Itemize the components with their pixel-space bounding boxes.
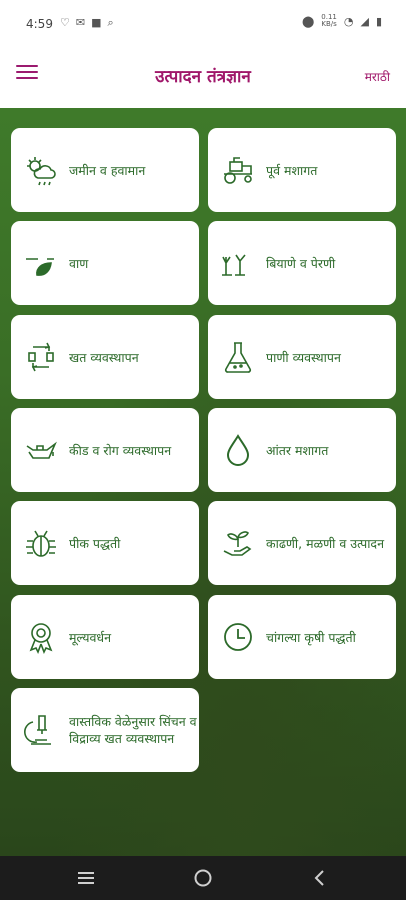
tile-label: काढणी, मळणी व उत्पादन xyxy=(266,535,385,551)
back-button[interactable] xyxy=(290,856,350,900)
tile-good-agricultural-practices[interactable]: चांगल्या कृषी पद्धती xyxy=(208,595,396,679)
recent-apps-icon xyxy=(78,872,94,884)
tile-cropping-system[interactable]: पीक पद्धती xyxy=(11,501,199,585)
clock-icon xyxy=(224,623,252,651)
tile-label: खत व्यवस्थापन xyxy=(69,349,139,365)
tile-soil-weather[interactable]: जमीन व हवामान xyxy=(11,128,199,212)
sowing-icon xyxy=(222,254,246,276)
tile-variety[interactable]: वाण xyxy=(11,221,199,305)
mail-icon: ✉ xyxy=(75,16,86,29)
topics-grid: जमीन व हवामान पूर्व मशागत वाण बियाणे व प… xyxy=(0,108,406,856)
heart-icon: ♡ xyxy=(60,16,70,29)
tile-label: वास्तविक वेळेनुसार सिंचन व विद्राव्य खत … xyxy=(69,714,197,746)
tile-label: पूर्व मशागत xyxy=(266,162,318,178)
tile-label: चांगल्या कृषी पद्धती xyxy=(266,629,356,645)
status-time: 4:59 xyxy=(26,17,53,31)
tile-inter-cultivation[interactable]: आंतर मशागत xyxy=(208,408,396,492)
water-drop-icon xyxy=(226,434,250,466)
oil-can-icon xyxy=(26,441,57,459)
recycle-icon xyxy=(28,342,54,372)
sprout-hand-icon xyxy=(223,531,252,556)
notification-icons: ♡ ✉ ■ ⌕ xyxy=(60,16,114,30)
tile-water-management[interactable]: पाणी व्यवस्थापन xyxy=(208,315,396,399)
net-speed: 0.11 KB/s xyxy=(321,14,337,28)
tile-real-time-irrigation[interactable]: वास्तविक वेळेनुसार सिंचन व विद्राव्य खत … xyxy=(11,688,199,772)
award-icon xyxy=(29,623,53,654)
flask-icon xyxy=(224,342,252,373)
tile-label: वाण xyxy=(69,255,89,271)
location-icon: ⬤ xyxy=(301,14,315,28)
tile-pest-disease-management[interactable]: कीड व रोग व्यवस्थापन xyxy=(11,408,199,492)
weather-icon xyxy=(27,157,56,186)
net-speed-unit: KB/s xyxy=(321,20,337,28)
tile-label: मूल्यवर्धन xyxy=(69,629,112,645)
tractor-icon xyxy=(224,157,252,184)
home-icon xyxy=(194,869,212,887)
search-icon: ⌕ xyxy=(107,16,114,29)
tile-label: पाणी व्यवस्थापन xyxy=(266,349,341,365)
system-nav-bar xyxy=(0,856,406,900)
tile-pre-tillage[interactable]: पूर्व मशागत xyxy=(208,128,396,212)
app-bar: उत्पादन तंत्रज्ञान मराठी xyxy=(0,48,406,108)
tile-seeds-sowing[interactable]: बियाणे व पेरणी xyxy=(208,221,396,305)
back-icon xyxy=(314,870,324,886)
tile-label: कीड व रोग व्यवस्थापन xyxy=(69,442,172,458)
tile-value-addition[interactable]: मूल्यवर्धन xyxy=(11,595,199,679)
tile-label: पीक पद्धती xyxy=(69,535,121,551)
signal-icon: ◢ xyxy=(360,14,369,28)
battery-icon: ▮ xyxy=(375,14,382,28)
tile-label: बियाणे व पेरणी xyxy=(266,255,336,271)
home-button[interactable] xyxy=(173,856,233,900)
recent-apps-button[interactable] xyxy=(56,856,116,900)
microscope-icon xyxy=(24,715,51,745)
system-icons: ⬤ 0.11 KB/s ◔ ◢ ▮ xyxy=(302,14,382,28)
seed-variety-icon xyxy=(26,258,54,276)
tile-harvest-threshing-yield[interactable]: काढणी, मळणी व उत्पादन xyxy=(208,501,396,585)
wifi-icon: ◔ xyxy=(343,14,354,28)
tile-label: आंतर मशागत xyxy=(266,442,329,458)
status-bar: 4:59 ♡ ✉ ■ ⌕ ⬤ 0.11 KB/s ◔ ◢ ▮ xyxy=(0,0,406,48)
tile-label: जमीन व हवामान xyxy=(69,162,146,178)
page-title: उत्पादन तंत्रज्ञान xyxy=(155,67,251,87)
language-toggle-button[interactable]: मराठी xyxy=(365,68,390,85)
tile-fertilizer-management[interactable]: खत व्यवस्थापन xyxy=(11,315,199,399)
bug-icon xyxy=(26,530,56,557)
app-badge-icon: ■ xyxy=(91,16,102,29)
